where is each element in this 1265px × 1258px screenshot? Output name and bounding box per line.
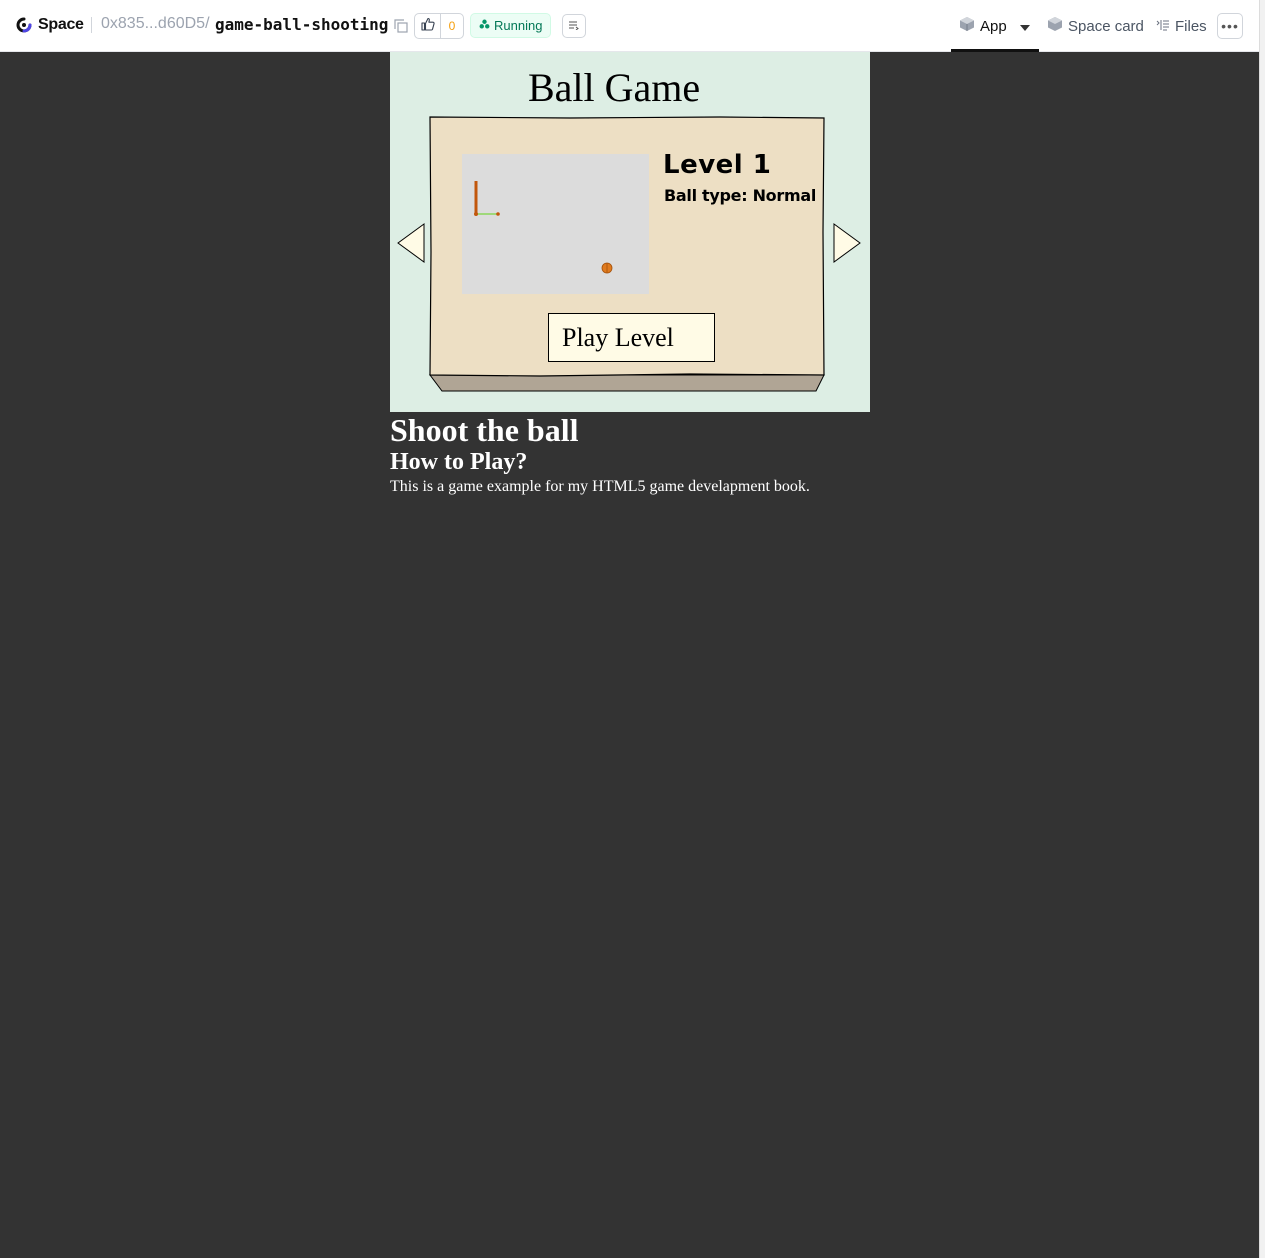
tab-files[interactable]: Files	[1156, 16, 1207, 36]
tab-app[interactable]: App	[959, 16, 1030, 36]
active-tab-indicator	[951, 49, 1039, 52]
level-preview-drawing	[474, 181, 613, 274]
brand-logo[interactable]: Space	[15, 15, 84, 35]
cube-icon	[1047, 16, 1063, 36]
files-list-icon	[1156, 18, 1170, 35]
like-button[interactable]	[415, 14, 441, 38]
status-badge: Running	[470, 13, 552, 38]
running-fan-icon	[479, 18, 490, 33]
page-scrollbar[interactable]	[1259, 0, 1265, 1258]
tab-space-card[interactable]: Space card	[1047, 16, 1144, 36]
description-text: This is a game example for my HTML5 game…	[390, 478, 810, 495]
game-canvas[interactable]: Ball Game Level 1 Ball type: Normal Play…	[390, 52, 870, 412]
logs-icon	[568, 17, 580, 35]
description-heading: Shoot the ball	[390, 412, 579, 448]
next-level-arrow-icon[interactable]	[832, 222, 862, 264]
copy-icon[interactable]	[394, 19, 408, 33]
game-description: Shoot the ball How to Play? This is a ga…	[390, 412, 870, 497]
header-divider	[91, 17, 92, 33]
level-title: Level 1	[663, 150, 772, 180]
tab-space-card-label: Space card	[1068, 17, 1144, 35]
description-subheading: How to Play?	[390, 449, 528, 475]
tab-files-label: Files	[1175, 17, 1207, 35]
owner-link[interactable]: 0x835...d60D5/	[101, 15, 210, 33]
like-group: 0	[414, 13, 464, 39]
like-count: 0	[448, 19, 456, 33]
thumbs-up-icon	[420, 17, 435, 36]
repo-name-link[interactable]: game-ball-shooting	[215, 15, 388, 34]
logs-button[interactable]	[562, 14, 586, 38]
more-dots-icon: •••	[1221, 18, 1239, 34]
space-logo-icon	[15, 16, 33, 34]
ball-type-label: Ball type: Normal	[664, 186, 817, 205]
tab-app-label: App	[980, 17, 1007, 35]
brand-name: Space	[38, 16, 84, 33]
status-text: Running	[494, 18, 543, 33]
play-level-button[interactable]: Play Level	[548, 313, 715, 362]
chevron-down-icon[interactable]	[1019, 18, 1030, 35]
top-header: Space 0x835...d60D5/ game-ball-shooting …	[0, 0, 1259, 52]
previous-level-arrow-icon[interactable]	[396, 222, 426, 264]
cube-icon	[959, 16, 975, 36]
more-options-button[interactable]: •••	[1217, 13, 1243, 39]
level-preview	[462, 154, 649, 294]
